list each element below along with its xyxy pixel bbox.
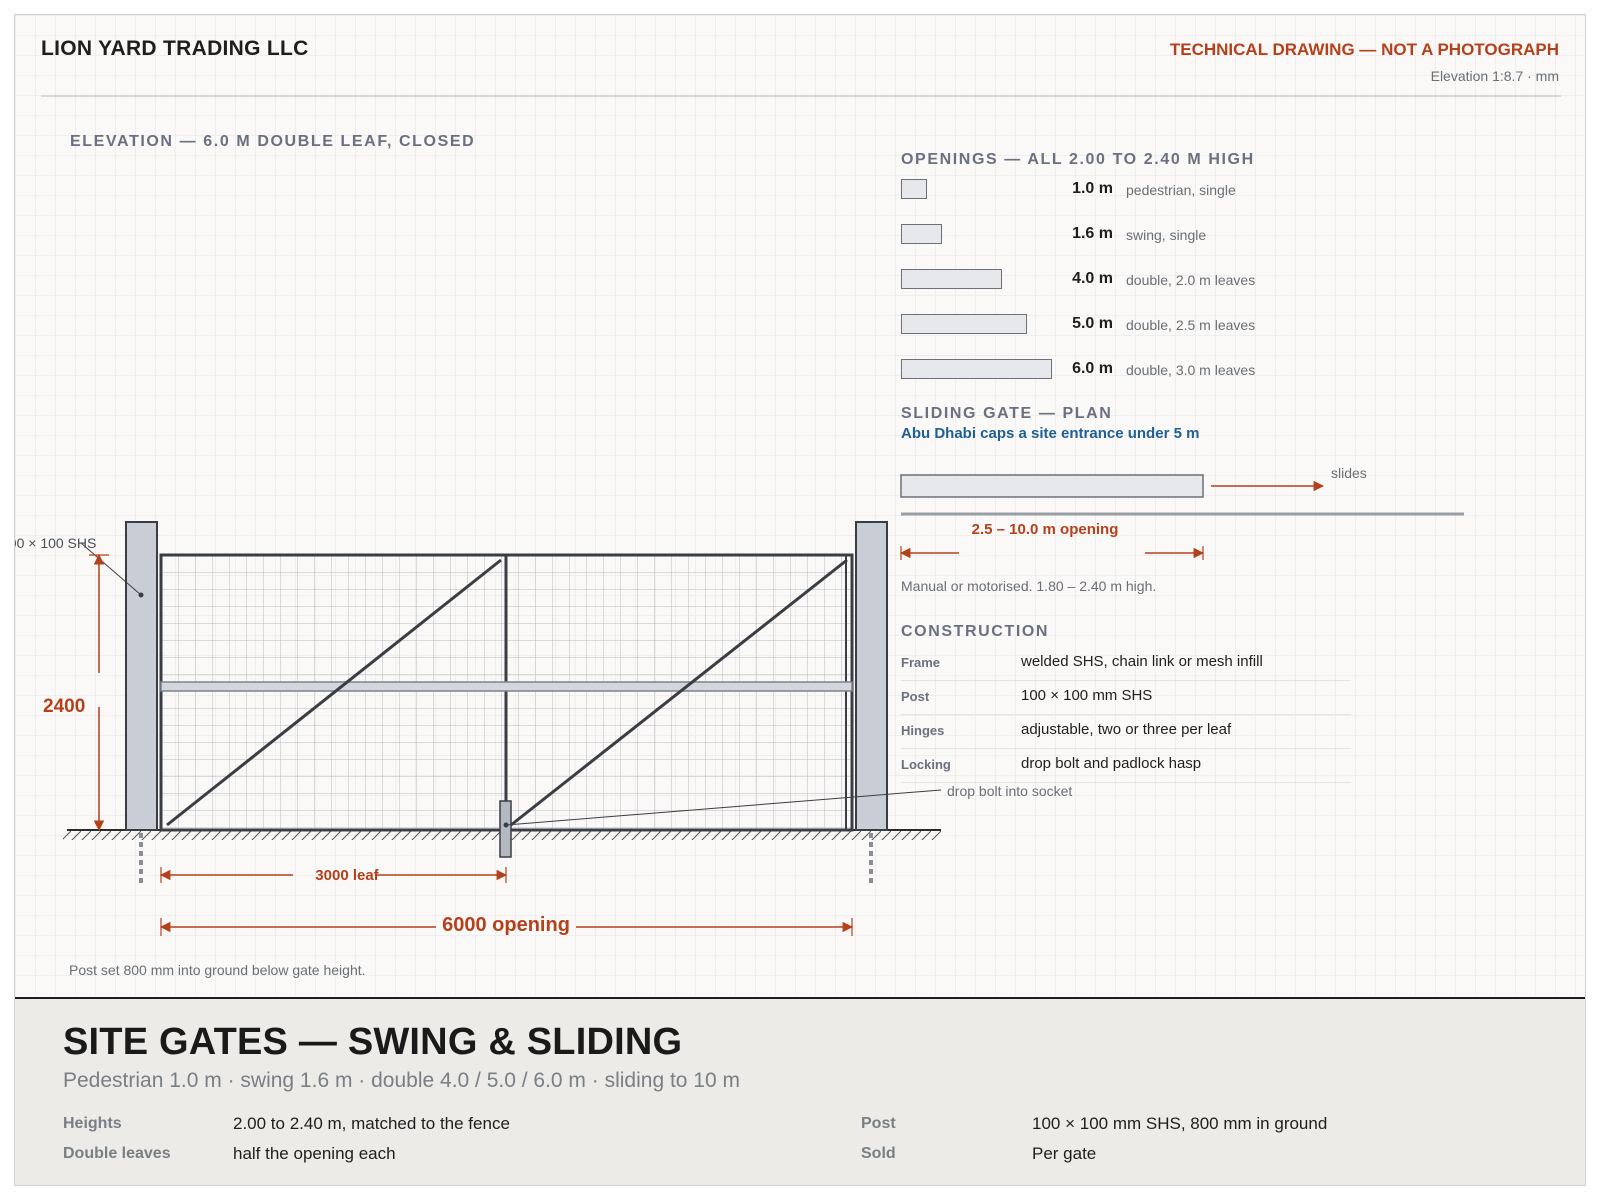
sliding-subtitle: Abu Dhabi caps a site entrance under 5 m	[901, 425, 1200, 442]
spec-key: Double leaves	[63, 1145, 171, 1162]
spec-value: half the opening each	[233, 1144, 396, 1163]
spec-key: Post	[861, 1115, 896, 1132]
sliding-title: SLIDING GATE — PLAN	[901, 405, 1113, 422]
opening-desc: pedestrian, single	[1126, 182, 1236, 198]
opening-width-bar	[901, 314, 1027, 334]
opening-desc: double, 2.0 m leaves	[1126, 272, 1256, 288]
drawing-sheet: LION YARD TRADING LLC TECHNICAL DRAWING …	[14, 14, 1586, 1186]
product-subtitle: Pedestrian 1.0 m · swing 1.6 m · double …	[63, 1069, 740, 1092]
opening-width: 4.0 m	[1072, 270, 1113, 287]
product-title: SITE GATES — SWING & SLIDING	[63, 1021, 683, 1063]
spec-value: Per gate	[1032, 1144, 1097, 1163]
opening-width: 1.6 m	[1072, 225, 1113, 242]
spec-key: Sold	[861, 1145, 896, 1162]
construction-value: adjustable, two or three per leaf	[1021, 721, 1232, 738]
openings-list: 1.0 m pedestrian, single 1.6 m swing, si…	[901, 179, 1401, 419]
height-dim-label: 2400	[43, 696, 86, 717]
construction-title: CONSTRUCTION	[901, 623, 1050, 640]
construction-row: Hinges adjustable, two or three per leaf	[901, 715, 1351, 749]
construction-row: Locking drop bolt and padlock hasp	[901, 749, 1351, 783]
opening-width: 5.0 m	[1072, 315, 1113, 332]
opening-desc: swing, single	[1126, 227, 1207, 243]
construction-key: Frame	[901, 655, 941, 670]
scale-note: Elevation 1:8.7 · mm	[1430, 68, 1559, 84]
spec-key: Heights	[63, 1115, 122, 1132]
construction-key: Locking	[901, 757, 951, 772]
leaf-dim-label: 3000 leaf	[315, 867, 379, 884]
opening-width-bar	[901, 224, 942, 244]
sliding-plan-drawing	[899, 474, 1464, 560]
construction-row: Frame welded SHS, chain link or mesh inf…	[901, 647, 1351, 681]
construction-key: Post	[901, 689, 930, 704]
construction-value: welded SHS, chain link or mesh infill	[1021, 653, 1263, 670]
construction-row: Post 100 × 100 mm SHS	[901, 681, 1351, 715]
elevation-drawing	[63, 521, 942, 936]
sliding-leaf	[900, 474, 1204, 498]
construction-value: 100 × 100 mm SHS	[1021, 687, 1153, 704]
post-leader-dot	[138, 592, 144, 598]
spec-value: 100 × 100 mm SHS, 800 mm in ground	[1032, 1114, 1328, 1133]
opening-desc: double, 3.0 m leaves	[1126, 362, 1256, 378]
opening-width-bar	[901, 359, 1052, 379]
mid-rail	[160, 681, 853, 692]
slides-label: slides	[1331, 465, 1367, 481]
post-depth-note: Post set 800 mm into ground below gate h…	[69, 962, 366, 978]
post-left	[125, 521, 158, 831]
sliding-note: Manual or motorised. 1.80 – 2.40 m high.	[901, 578, 1157, 594]
construction-table: Frame welded SHS, chain link or mesh inf…	[901, 647, 1351, 787]
opening-dim-label: 6000 opening	[442, 914, 570, 936]
construction-value: drop bolt and padlock hasp	[1021, 755, 1202, 772]
post-right	[855, 521, 888, 831]
drop-bolt	[499, 800, 512, 858]
drawing-tag: TECHNICAL DRAWING — NOT A PHOTOGRAPH	[1169, 40, 1559, 59]
openings-title: OPENINGS — ALL 2.00 TO 2.40 M HIGH	[901, 151, 1255, 168]
opening-width-bar	[901, 269, 1002, 289]
opening-width: 1.0 m	[1072, 180, 1113, 197]
post-label: 100 × 100 SHS	[15, 535, 97, 551]
opening-width: 6.0 m	[1072, 360, 1113, 377]
drop-bolt-leader-dot	[503, 822, 509, 828]
title-block: SITE GATES — SWING & SLIDING Pedestrian …	[15, 997, 1585, 1185]
construction-key: Hinges	[901, 723, 945, 738]
opening-width-bar	[901, 179, 927, 199]
opening-desc: double, 2.5 m leaves	[1126, 317, 1256, 333]
spec-value: 2.00 to 2.40 m, matched to the fence	[233, 1114, 510, 1133]
sliding-opening-label: 2.5 – 10.0 m opening	[971, 521, 1119, 538]
